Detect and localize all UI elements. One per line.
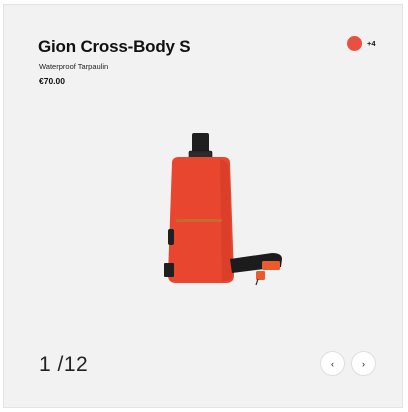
bag-zipper-pull bbox=[168, 229, 174, 245]
product-image bbox=[164, 133, 282, 286]
previous-image-button[interactable]: ‹ bbox=[320, 351, 345, 376]
bag-strap-tag bbox=[262, 261, 280, 270]
chevron-left-icon: ‹ bbox=[331, 358, 334, 369]
color-options: +4 bbox=[347, 36, 376, 51]
color-swatch-selected[interactable] bbox=[347, 36, 362, 51]
more-colors-label[interactable]: +4 bbox=[367, 39, 376, 48]
product-material: Waterproof Tarpaulin bbox=[39, 62, 109, 71]
bag-zipper bbox=[176, 219, 222, 222]
product-title: Gion Cross-Body S bbox=[38, 37, 191, 56]
bag-strap-clip bbox=[256, 271, 265, 280]
product-card[interactable]: Gion Cross-Body S Waterproof Tarpaulin €… bbox=[3, 4, 403, 408]
product-price: €70.00 bbox=[39, 76, 65, 86]
gallery-counter: 1 /12 bbox=[39, 353, 89, 376]
bag-bottom-strap bbox=[164, 263, 174, 277]
next-image-button[interactable]: › bbox=[351, 351, 376, 376]
chevron-right-icon: › bbox=[362, 358, 365, 369]
